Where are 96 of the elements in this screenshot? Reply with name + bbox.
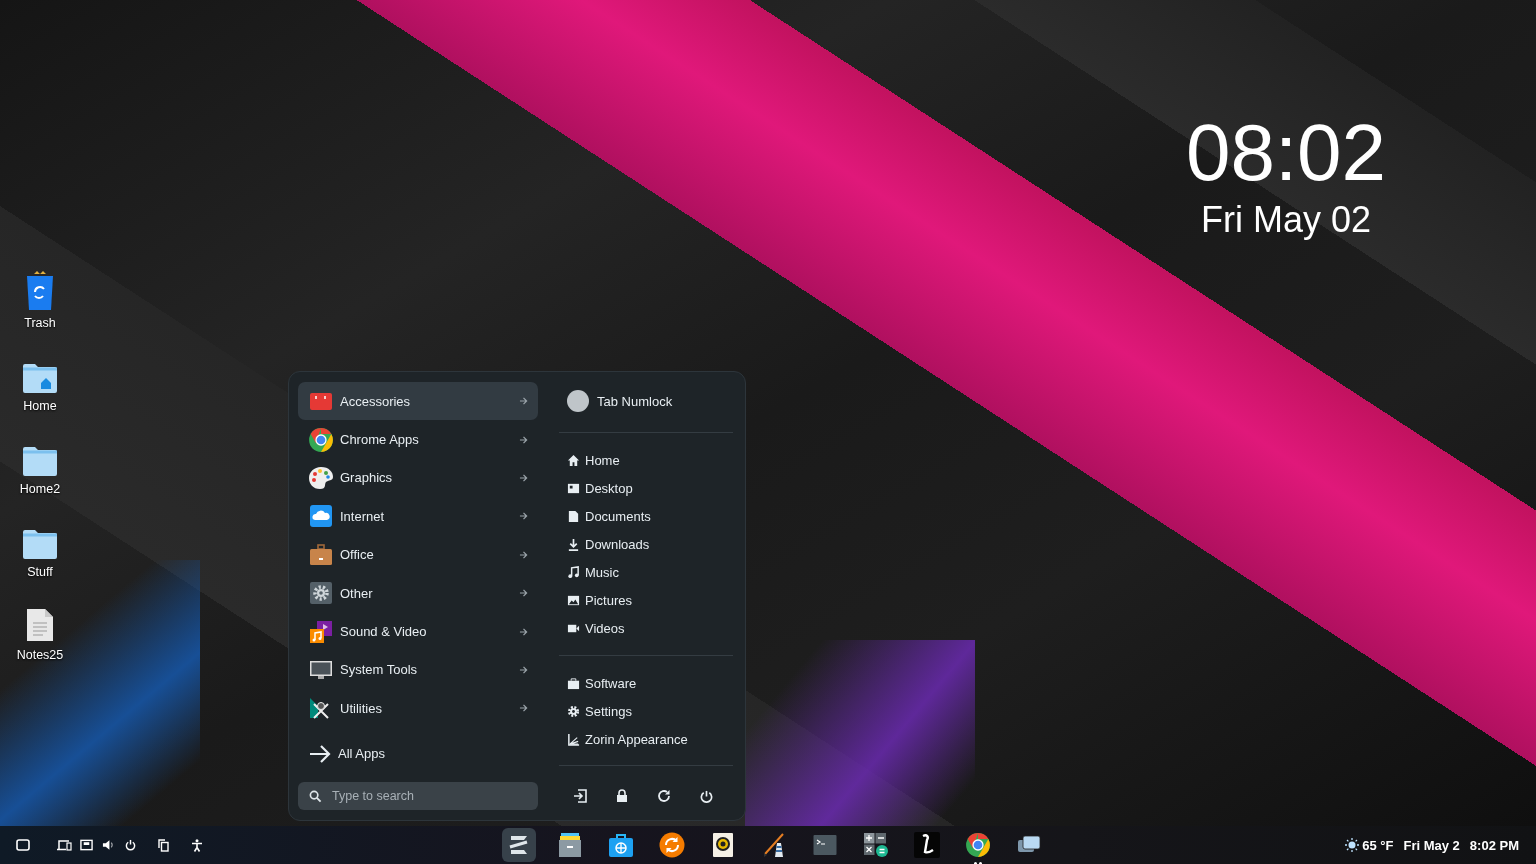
avatar[interactable] bbox=[567, 390, 589, 412]
gear-icon bbox=[309, 581, 333, 606]
browser-icon bbox=[308, 426, 334, 453]
all-apps-button[interactable]: All Apps bbox=[298, 734, 538, 773]
category-item[interactable]: Graphics bbox=[298, 458, 538, 498]
folder-icon bbox=[23, 446, 57, 476]
document-icon bbox=[567, 509, 580, 523]
network-button[interactable] bbox=[80, 839, 93, 851]
log-out-icon bbox=[573, 789, 588, 803]
power-button[interactable] bbox=[699, 789, 713, 803]
power-icon bbox=[699, 789, 713, 803]
sync-icon bbox=[659, 832, 685, 858]
arrow-right-icon bbox=[308, 742, 332, 765]
taskbar-time[interactable]: 8:02 PM bbox=[1469, 837, 1519, 853]
desktop-icon-label[interactable]: Notes25 bbox=[16, 648, 64, 662]
app-launcher[interactable] bbox=[502, 828, 536, 862]
arrow-right-icon bbox=[519, 665, 528, 674]
home-icon bbox=[567, 453, 580, 467]
network-icon bbox=[80, 839, 93, 851]
place-link[interactable]: Downloads bbox=[555, 530, 733, 558]
place-link[interactable]: Documents bbox=[555, 502, 733, 530]
power-icon bbox=[125, 839, 136, 851]
shopping-bag-icon bbox=[608, 832, 634, 858]
speaker-icon bbox=[712, 832, 734, 858]
arrow-right-icon bbox=[519, 627, 528, 636]
place-link[interactable]: Desktop bbox=[555, 474, 733, 502]
place-link[interactable]: Pictures bbox=[555, 586, 733, 614]
volume-button[interactable] bbox=[102, 839, 115, 851]
palette-icon bbox=[308, 464, 334, 491]
music-note-icon bbox=[567, 565, 580, 579]
category-item[interactable]: Utilities bbox=[298, 689, 538, 728]
angle-icon bbox=[567, 732, 580, 746]
copy-button[interactable] bbox=[158, 838, 169, 852]
restart-button[interactable] bbox=[656, 789, 671, 803]
arrow-right-icon bbox=[519, 435, 528, 444]
category-item[interactable]: Other bbox=[298, 573, 538, 613]
text-file-icon bbox=[26, 608, 54, 642]
file-cabinet-icon bbox=[558, 832, 582, 858]
category-item[interactable]: System Tools bbox=[298, 650, 538, 690]
arrow-right-icon bbox=[519, 473, 528, 482]
desktop-icon-label[interactable]: Trash bbox=[24, 316, 56, 330]
desktop-icon-label[interactable]: Home bbox=[23, 399, 57, 413]
category-item[interactable]: Sound & Video bbox=[298, 612, 538, 651]
lock-button[interactable] bbox=[616, 789, 629, 803]
accessibility-icon bbox=[191, 838, 203, 852]
terminal-icon bbox=[813, 834, 837, 856]
category-item[interactable]: Internet bbox=[298, 497, 538, 536]
accessibility-button[interactable] bbox=[191, 838, 203, 852]
paint-brush-icon bbox=[761, 832, 787, 858]
home-folder-icon bbox=[23, 363, 57, 393]
desktop-icon bbox=[567, 481, 580, 495]
place-link[interactable]: Home bbox=[555, 446, 733, 474]
clock-date: Fri May 02 bbox=[1200, 198, 1371, 242]
category-item[interactable]: Office bbox=[298, 535, 538, 574]
briefcase-icon bbox=[309, 542, 333, 567]
music-note-icon bbox=[309, 619, 333, 644]
copy-icon bbox=[158, 838, 169, 852]
place-link[interactable]: Music bbox=[555, 558, 733, 586]
devices-button[interactable] bbox=[57, 839, 72, 851]
desktop-icon-label[interactable]: Stuff bbox=[27, 565, 53, 579]
user-name[interactable]: Tab Numlock bbox=[597, 393, 673, 409]
lock-icon bbox=[616, 789, 629, 803]
arrow-right-icon bbox=[519, 397, 528, 406]
weather-indicator[interactable]: 65 °F bbox=[1345, 837, 1394, 853]
restart-icon bbox=[656, 789, 671, 803]
arrow-right-icon bbox=[519, 550, 528, 559]
log-out-button[interactable] bbox=[573, 789, 588, 803]
search-field[interactable]: Type to search bbox=[298, 782, 538, 810]
download-icon bbox=[567, 537, 580, 551]
arrow-right-icon bbox=[519, 512, 528, 521]
calculator-icon bbox=[863, 832, 889, 858]
shopping-bag-icon bbox=[567, 676, 580, 690]
taskbar-date[interactable]: Fri May 2 bbox=[1403, 837, 1460, 853]
settings-icon bbox=[567, 704, 580, 718]
cloud-icon bbox=[309, 504, 333, 529]
dark-tile-icon bbox=[914, 832, 940, 858]
devices-icon bbox=[57, 839, 72, 851]
desktop-icon-label[interactable]: Home2 bbox=[19, 482, 61, 496]
arrow-right-icon bbox=[519, 589, 528, 598]
workspace-button[interactable] bbox=[16, 839, 30, 851]
workspace-icon bbox=[16, 839, 30, 851]
trash-icon bbox=[24, 270, 56, 310]
sun-icon bbox=[1345, 838, 1360, 852]
picture-icon bbox=[567, 593, 580, 607]
system-link[interactable]: Settings bbox=[555, 697, 733, 725]
browser-icon bbox=[965, 832, 991, 858]
power-button[interactable] bbox=[125, 839, 136, 851]
folder-icon bbox=[23, 529, 57, 559]
category-item[interactable]: Chrome Apps bbox=[298, 420, 538, 459]
system-link[interactable]: Software bbox=[555, 669, 733, 697]
system-link[interactable]: Zorin Appearance bbox=[555, 725, 733, 753]
arrow-right-icon bbox=[519, 704, 528, 713]
place-link[interactable]: Videos bbox=[555, 614, 733, 642]
category-item[interactable]: Accessories bbox=[298, 382, 538, 421]
clock-time: 08:02 bbox=[1185, 108, 1387, 198]
volume-icon bbox=[102, 839, 115, 851]
